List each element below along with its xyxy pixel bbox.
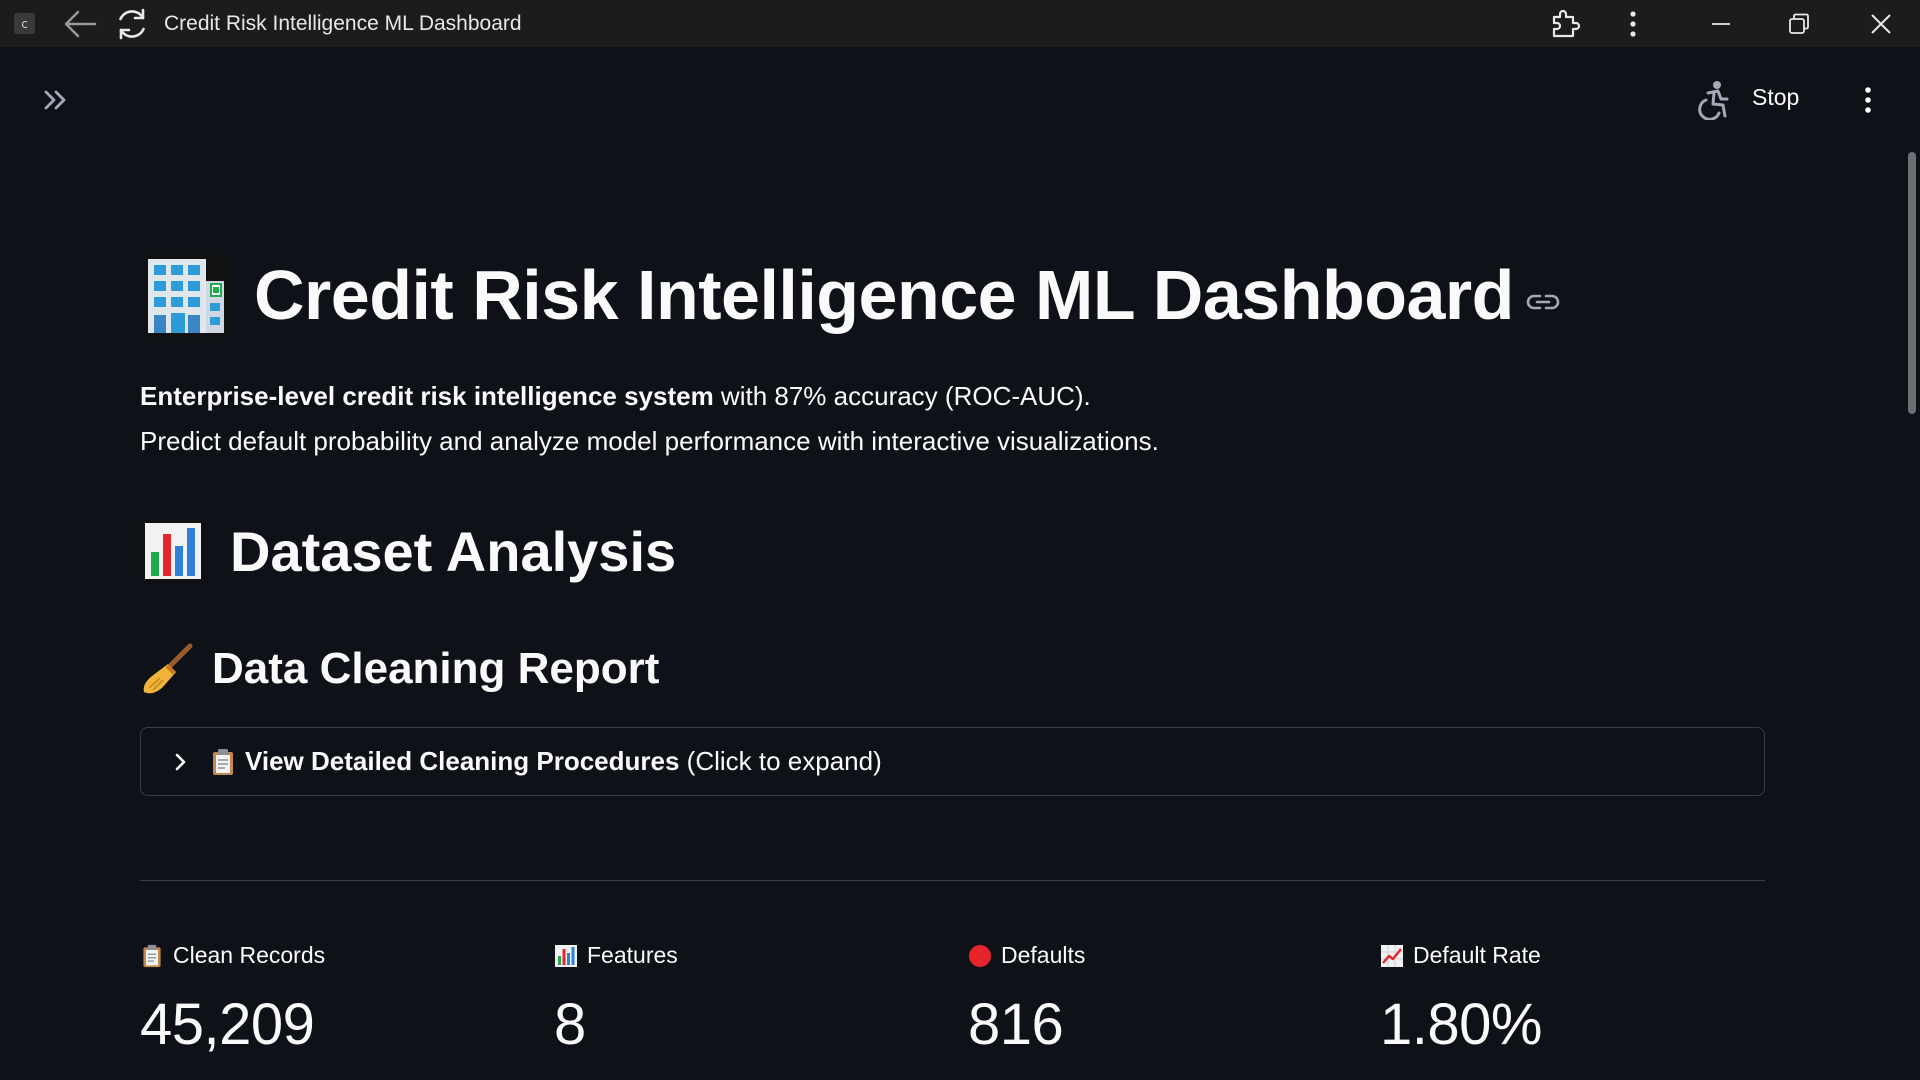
intro-text: Enterprise-level credit risk intelligenc… (140, 374, 1159, 464)
metric-value: 8 (554, 992, 586, 1057)
page-title-row: Credit Risk Intelligence ML Dashboard (140, 250, 1560, 340)
red-circle-icon (969, 944, 991, 967)
sidebar-expand-icon[interactable] (40, 84, 72, 116)
extensions-icon[interactable] (1546, 5, 1584, 43)
cleaning-report-heading: Data Cleaning Report (212, 644, 660, 693)
close-icon[interactable] (1862, 5, 1900, 43)
bar-chart-icon (555, 944, 577, 967)
expander-label-rest: (Click to expand) (679, 746, 882, 776)
chart-increasing-icon (1381, 944, 1403, 967)
metric-clean-records: Clean Records 45,209 (140, 942, 520, 1058)
minimize-icon[interactable] (1702, 5, 1740, 43)
scrollbar[interactable] (1908, 152, 1916, 414)
metric-label: Features (587, 942, 678, 968)
expander-label-bold: View Detailed Cleaning Procedures (245, 746, 680, 776)
clipboard-icon (213, 748, 233, 775)
back-icon[interactable] (61, 5, 99, 43)
chevron-right-icon (175, 753, 186, 770)
stop-button[interactable]: Stop (1752, 84, 1799, 111)
app-icon: c (14, 13, 35, 34)
browser-menu-icon[interactable] (1614, 5, 1652, 43)
divider (140, 880, 1765, 881)
expander-label: View Detailed Cleaning Procedures (Click… (245, 746, 882, 777)
cleaning-procedures-expander[interactable]: View Detailed Cleaning Procedures (Click… (140, 727, 1765, 796)
dataset-analysis-heading: Dataset Analysis (230, 519, 677, 583)
window-titlebar: c Credit Risk Intelligence ML Dashboard (0, 0, 1920, 47)
metric-label: Defaults (1001, 942, 1086, 968)
cleaning-report-heading-row: Data Cleaning Report (140, 642, 659, 696)
running-status-icon (1692, 80, 1732, 120)
metric-value: 1.80% (1380, 992, 1542, 1057)
office-building-icon (144, 255, 228, 337)
metric-defaults: Defaults 816 (968, 942, 1348, 1058)
intro-bold: Enterprise-level credit risk intelligenc… (140, 381, 714, 411)
clipboard-icon (143, 944, 161, 967)
page-title: Credit Risk Intelligence ML Dashboard (254, 256, 1514, 334)
intro-rest: with 87% accuracy (ROC-AUC). (713, 381, 1091, 411)
metric-label: Clean Records (173, 942, 326, 968)
broom-icon (143, 643, 193, 694)
reload-icon[interactable] (113, 5, 151, 43)
bar-chart-icon (142, 520, 204, 582)
dataset-analysis-heading-row: Dataset Analysis (140, 518, 676, 584)
intro-line2: Predict default probability and analyze … (140, 426, 1159, 456)
metric-label: Default Rate (1413, 942, 1541, 968)
link-icon[interactable] (1526, 292, 1560, 312)
metric-features: Features 8 (554, 942, 934, 1058)
metric-default-rate: Default Rate 1.80% (1380, 942, 1760, 1058)
app-menu-icon[interactable] (1852, 82, 1884, 118)
window-title: Credit Risk Intelligence ML Dashboard (164, 12, 522, 35)
metric-value: 816 (968, 992, 1064, 1057)
metric-value: 45,209 (140, 992, 315, 1057)
restore-icon[interactable] (1780, 5, 1818, 43)
